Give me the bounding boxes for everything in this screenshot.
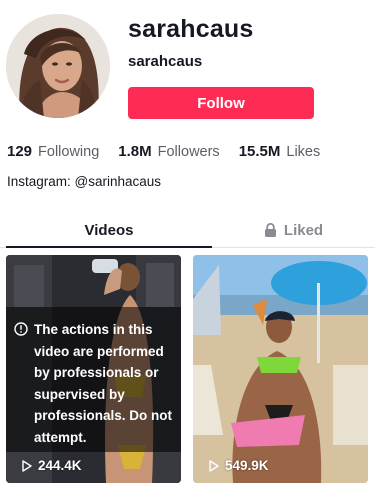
tab-liked-label: Liked [283, 221, 324, 239]
info-icon [14, 322, 28, 336]
profile-bio: Instagram: @sarinhacaus [7, 174, 162, 189]
stat-likes: 15.5M Likes [239, 143, 321, 160]
stat-likes-label: Likes [286, 144, 321, 160]
tab-videos[interactable]: Videos [6, 212, 212, 248]
content-warning-text: The actions in this video are performed … [34, 322, 173, 445]
view-count: 549.9K [209, 458, 269, 473]
active-tab-indicator [6, 246, 212, 248]
avatar[interactable] [6, 14, 110, 118]
play-icon [209, 459, 219, 472]
stat-followers-label: Followers [157, 144, 220, 160]
profile-username: sarahcaus [128, 15, 254, 43]
stat-following-label: Following [38, 144, 100, 160]
lock-icon [264, 223, 276, 237]
video-card[interactable]: The actions in this video are performed … [6, 255, 181, 483]
stat-followers[interactable]: 1.8M Followers [118, 143, 219, 160]
avatar-photo [6, 14, 110, 118]
stat-likes-count: 15.5M [238, 143, 281, 160]
video-card[interactable]: 549.9K [193, 255, 368, 483]
profile-tabs: Videos Liked [0, 212, 375, 248]
profile-stats: 129 Following 1.8M Followers 15.5M Likes [7, 143, 320, 160]
stat-followers-count: 1.8M [118, 143, 152, 160]
tab-videos-label: Videos [84, 221, 134, 239]
follow-button[interactable]: Follow [128, 87, 314, 119]
content-warning: The actions in this video are performed … [6, 307, 181, 452]
view-count-value: 549.9K [225, 458, 269, 473]
tab-liked[interactable]: Liked [212, 212, 375, 248]
video-grid: The actions in this video are performed … [6, 255, 375, 483]
profile-nickname: sarahcaus [128, 53, 203, 70]
view-count: 244.4K [22, 458, 82, 473]
play-icon [22, 459, 32, 472]
stat-following[interactable]: 129 Following [7, 143, 99, 160]
view-count-value: 244.4K [38, 458, 82, 473]
stat-following-count: 129 [7, 143, 33, 160]
video-thumbnail [193, 255, 368, 483]
